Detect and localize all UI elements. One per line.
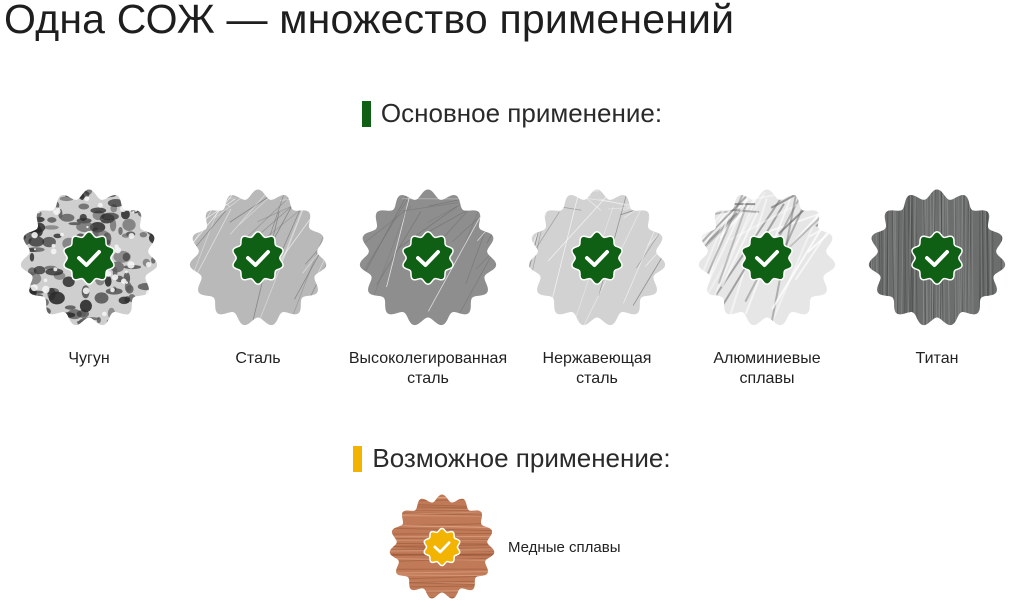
material-label-line: сплавы [672, 369, 862, 389]
aluminium-badge [697, 183, 837, 333]
cast-iron-badge [19, 183, 159, 333]
yellow-marker [353, 446, 362, 472]
steel-disc [188, 183, 328, 333]
stainless-steel-disc [527, 183, 667, 333]
cast-iron-disc [19, 183, 159, 333]
material-label-line: сталь [502, 369, 692, 389]
material-item-copper: Медные сплавы [388, 492, 688, 602]
material-label-line: сталь [333, 369, 523, 389]
checkmark-rosette-icon [233, 232, 283, 284]
material-label: Высоколегированная сталь [333, 349, 523, 389]
titanium-badge [867, 183, 1007, 333]
checkmark-rosette-icon [742, 232, 792, 284]
material-label-line: Алюминиевые [672, 349, 862, 369]
material-label-line: Чугун [0, 349, 184, 369]
checkmark-rosette-icon [424, 528, 459, 565]
checkmark-rosette-icon [64, 232, 114, 284]
material-label: Нержавеющая сталь [502, 349, 692, 389]
checkmark-rosette-icon [403, 232, 453, 284]
stainless-steel-badge [527, 183, 667, 333]
possible-application-label: Возможное применение: [372, 443, 670, 474]
material-label-line: Высоколегированная [333, 349, 523, 369]
green-marker [362, 101, 371, 127]
primary-application-heading: Основное применение: [0, 98, 1024, 129]
primary-materials-list: Чугун Сталь Высоколегированная сталь Нер… [0, 183, 1024, 413]
material-label: Медные сплавы [508, 539, 620, 556]
material-label: Чугун [0, 349, 184, 369]
material-label: Титан [842, 349, 1024, 369]
material-label-line: Титан [842, 349, 1024, 369]
copper-disc [388, 492, 496, 602]
material-label: Сталь [163, 349, 353, 369]
aluminium-disc [697, 183, 837, 333]
alloy-steel-badge [358, 183, 498, 333]
copper-badge [388, 492, 496, 602]
checkmark-rosette-icon [912, 232, 962, 284]
steel-badge [188, 183, 328, 333]
titanium-disc [867, 183, 1007, 333]
possible-application-heading: Возможное применение: [0, 443, 1024, 474]
material-label-line: Сталь [163, 349, 353, 369]
primary-application-label: Основное применение: [381, 98, 662, 129]
page-title: Одна СОЖ — множество применений [4, 0, 734, 43]
alloy-steel-disc [358, 183, 498, 333]
material-label: Алюминиевые сплавы [672, 349, 862, 389]
checkmark-rosette-icon [572, 232, 622, 284]
material-label-line: Нержавеющая [502, 349, 692, 369]
